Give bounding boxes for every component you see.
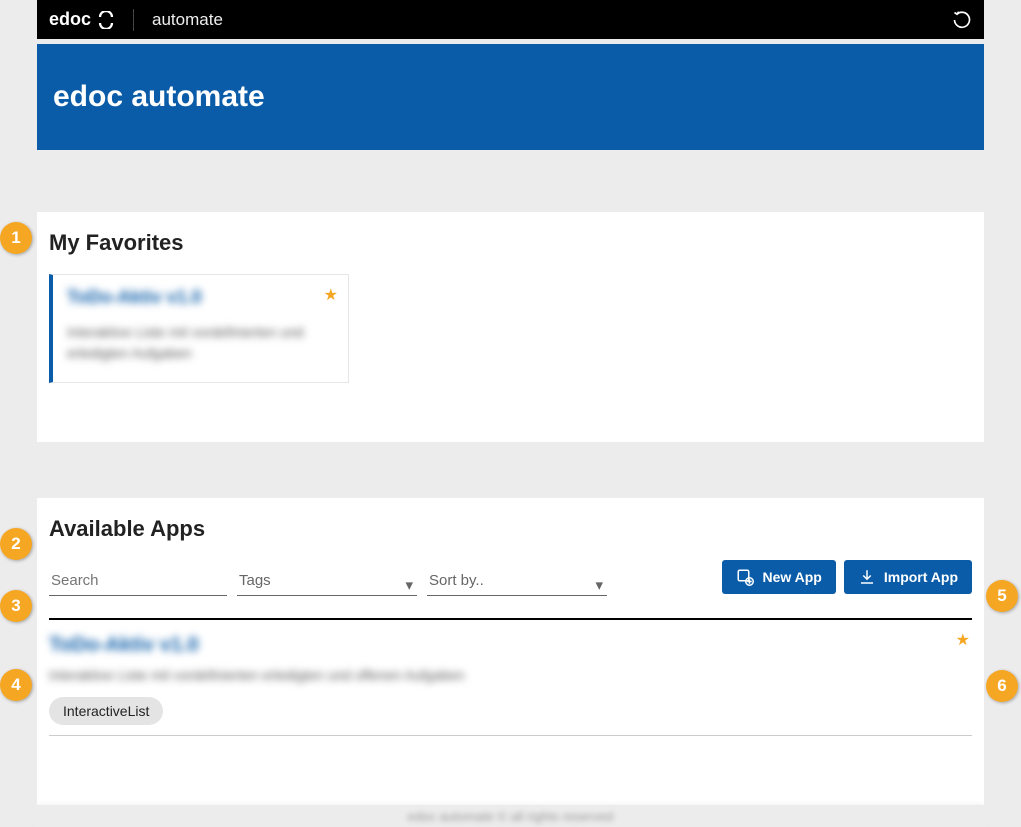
- chevron-down-icon: ▾: [405, 576, 413, 594]
- app-row-title: ToDo-Aktiv v1.0: [49, 634, 972, 657]
- sort-select[interactable]: Sort by.. ▾: [427, 568, 607, 596]
- new-app-button[interactable]: New App: [722, 560, 835, 594]
- page-title: edoc automate: [53, 80, 265, 114]
- callout-4: 4: [0, 669, 32, 701]
- action-buttons: New App Import App: [722, 560, 972, 594]
- footer-text: edoc automate © all rights reserved: [37, 805, 984, 827]
- tags-placeholder: Tags: [239, 572, 415, 589]
- favorite-card-title: ToDo-Aktiv v1.0: [67, 287, 334, 308]
- hero-banner: edoc automate: [37, 44, 984, 150]
- chevron-down-icon: ▾: [595, 576, 603, 594]
- apps-heading: Available Apps: [49, 516, 972, 542]
- new-app-icon: [736, 568, 754, 586]
- topbar: edoc automate: [37, 0, 984, 39]
- topbar-divider: [133, 9, 134, 31]
- callout-5: 5: [986, 580, 1018, 612]
- callout-6: 6: [986, 670, 1018, 702]
- brand: edoc: [49, 9, 115, 30]
- star-icon[interactable]: ★: [324, 285, 338, 305]
- app-row-description: Interaktive Liste mit vordefinierten erl…: [49, 667, 972, 683]
- favorite-card[interactable]: ToDo-Aktiv v1.0 ★ Interaktive Liste mit …: [49, 274, 349, 383]
- tags-select[interactable]: Tags ▾: [237, 568, 417, 596]
- favorites-panel: My Favorites ToDo-Aktiv v1.0 ★ Interakti…: [37, 212, 984, 442]
- apps-panel: Available Apps Tags ▾ Sort by.. ▾ New Ap…: [37, 498, 984, 805]
- refresh-icon[interactable]: [952, 10, 972, 30]
- import-app-button[interactable]: Import App: [844, 560, 972, 594]
- search-input-wrapper[interactable]: [49, 568, 227, 596]
- import-app-label: Import App: [884, 569, 958, 585]
- brand-logo-icon: [97, 11, 115, 29]
- favorite-card-description: Interaktive Liste mit vordefinierten und…: [67, 322, 334, 364]
- callout-3: 3: [0, 590, 32, 622]
- new-app-label: New App: [762, 569, 821, 585]
- callout-2: 2: [0, 528, 32, 560]
- sort-placeholder: Sort by..: [429, 572, 605, 589]
- filters-row: Tags ▾ Sort by.. ▾ New App: [49, 560, 972, 596]
- module-label: automate: [152, 10, 223, 30]
- import-icon: [858, 568, 876, 586]
- star-icon[interactable]: ★: [956, 630, 970, 650]
- favorites-heading: My Favorites: [49, 230, 972, 256]
- brand-text: edoc: [49, 9, 91, 30]
- tag-chip[interactable]: InteractiveList: [49, 697, 163, 725]
- app-row[interactable]: ToDo-Aktiv v1.0 ★ Interaktive Liste mit …: [49, 620, 972, 736]
- search-input[interactable]: [51, 572, 225, 589]
- callout-1: 1: [0, 222, 32, 254]
